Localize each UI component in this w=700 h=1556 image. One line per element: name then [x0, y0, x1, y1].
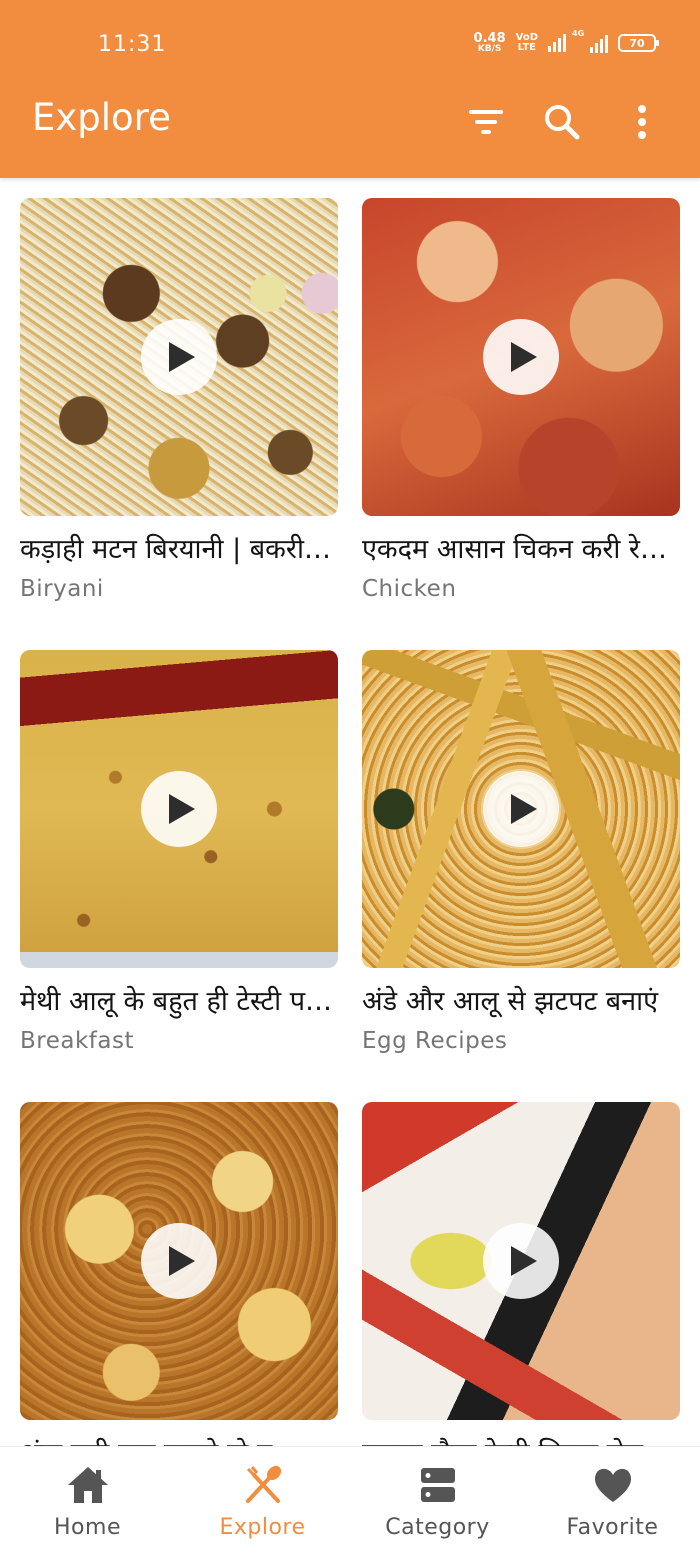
video-title[interactable]: अंडा करी बना सकते हो ब — [20, 1434, 338, 1446]
video-title[interactable]: अंडे और आलू से झटपट बनाएं — [362, 982, 680, 1022]
video-thumbnail[interactable] — [362, 1102, 680, 1420]
category-icon — [417, 1465, 459, 1509]
video-card[interactable]: कड़ाही मटन बिरयानी | बकरीद स्पेशल Biryan… — [20, 198, 338, 602]
video-thumbnail[interactable] — [20, 650, 338, 968]
volte-bottom: LTE — [517, 42, 536, 53]
nav-label-favorite: Favorite — [566, 1515, 659, 1540]
video-thumbnail[interactable] — [362, 198, 680, 516]
video-grid: कड़ाही मटन बिरयानी | बकरीद स्पेशल Biryan… — [0, 178, 700, 1446]
status-icons: 0.48 KB/S VoD LTE 4G 70 — [474, 29, 659, 54]
video-thumbnail[interactable] — [20, 1102, 338, 1420]
play-icon[interactable] — [483, 1223, 559, 1299]
video-title[interactable]: कड़ाही मटन बिरयानी | बकरीद स्पेशल — [20, 530, 338, 570]
network-speed-unit: KB/S — [477, 44, 502, 54]
more-vert-icon[interactable] — [620, 100, 664, 144]
network-tag: 4G — [572, 29, 585, 38]
volte-icon: VoD LTE — [516, 33, 538, 53]
page-title: Explore — [32, 96, 171, 139]
signal-icon — [548, 34, 566, 52]
video-card[interactable]: अंडे और आलू से झटपट बनाएं Egg Recipes — [362, 650, 680, 1054]
explore-icon — [242, 1465, 284, 1509]
home-icon — [67, 1465, 109, 1509]
video-title[interactable]: मेथी आलू के बहुत ही टेस्टी पराठे — [20, 982, 338, 1022]
video-card[interactable]: अंडा करी बना सकते हो ब — [20, 1102, 338, 1446]
play-icon[interactable] — [483, 771, 559, 847]
nav-item-favorite[interactable]: Favorite — [525, 1447, 700, 1556]
app-header: 11:31 0.48 KB/S VoD LTE 4G 70 Explore — [0, 0, 700, 178]
video-thumbnail[interactable] — [20, 198, 338, 516]
nav-label-home: Home — [54, 1515, 121, 1540]
video-category: Breakfast — [20, 1028, 134, 1054]
app-screen: 11:31 0.48 KB/S VoD LTE 4G 70 Explore कड… — [0, 0, 700, 1556]
video-title[interactable]: एकदम आसान चिकन करी रेसिपी — [362, 530, 680, 570]
video-thumbnail[interactable] — [362, 650, 680, 968]
video-category: Chicken — [362, 576, 457, 602]
video-category: Egg Recipes — [362, 1028, 508, 1054]
signal-4g-icon: 4G — [572, 29, 608, 53]
play-icon[interactable] — [141, 771, 217, 847]
nav-item-explore[interactable]: Explore — [175, 1447, 350, 1556]
search-icon[interactable] — [540, 100, 584, 144]
nav-label-explore: Explore — [219, 1515, 306, 1540]
network-speed: 0.48 KB/S — [474, 32, 506, 54]
play-icon[interactable] — [483, 319, 559, 395]
nav-label-category: Category — [385, 1515, 490, 1540]
video-card[interactable]: एकदम आसान चिकन करी रेसिपी Chicken — [362, 198, 680, 602]
battery-level: 70 — [629, 36, 645, 50]
filter-icon[interactable] — [464, 100, 508, 144]
video-category: Biryani — [20, 576, 104, 602]
play-icon[interactable] — [141, 1223, 217, 1299]
nav-item-category[interactable]: Category — [350, 1447, 525, 1556]
video-card[interactable]: बाजार जैसा टेस्टी चिकन रोल — [362, 1102, 680, 1446]
status-time: 11:31 — [98, 32, 167, 57]
video-title[interactable]: बाजार जैसा टेस्टी चिकन रोल — [362, 1434, 680, 1446]
video-card[interactable]: मेथी आलू के बहुत ही टेस्टी पराठे Breakfa… — [20, 650, 338, 1054]
play-icon[interactable] — [141, 319, 217, 395]
bottom-navigation: Home Explore Category Favorite — [0, 1446, 700, 1556]
heart-icon — [592, 1465, 634, 1509]
battery-icon: 70 — [618, 34, 659, 52]
nav-item-home[interactable]: Home — [0, 1447, 175, 1556]
